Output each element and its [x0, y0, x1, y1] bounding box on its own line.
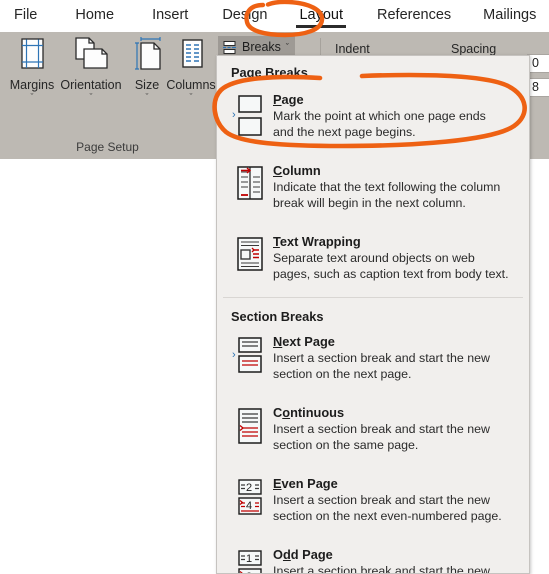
menu-item-text-wrapping-text: Text Wrapping Separate text around objec… [265, 234, 519, 285]
orientation-label: Orientation [60, 78, 122, 92]
size-icon [126, 35, 168, 77]
menu-section-header-page-breaks: Page Breaks [231, 65, 308, 80]
menu-item-even-page-desc-line2: section on the next even-numbered page. [273, 508, 502, 523]
menu-item-page-desc-line2: and the next page begins. [273, 124, 416, 139]
spacing-before-input[interactable]: 0 [527, 54, 549, 73]
menu-item-page-title: Page [273, 92, 304, 107]
tab-design[interactable]: Design [222, 7, 267, 26]
svg-text:2: 2 [246, 482, 252, 494]
menu-item-even-page-title: Even Page [273, 476, 338, 491]
menu-item-page-desc-line1: Mark the point at which one page ends [273, 109, 486, 123]
spacing-after-input[interactable]: 8 [527, 78, 549, 97]
menu-item-column-title: Column [273, 163, 321, 178]
orientation-icon [57, 35, 125, 77]
breaks-dropdown-menu: Page Breaks › Page Mark the point at whi… [216, 55, 530, 574]
orientation-chevron-down-icon[interactable]: ˇ [57, 92, 125, 103]
svg-text:4: 4 [246, 500, 252, 512]
menu-item-continuous-title: Continuous [273, 405, 345, 420]
menu-item-continuous-text: Continuous Insert a section break and st… [265, 405, 519, 456]
columns-label: Columns [166, 78, 216, 92]
page-setup-group-label: Page Setup [76, 140, 139, 154]
next-page-break-icon: › [231, 334, 265, 385]
ribbon-tab-strip: File Home Insert Design Layout Reference… [0, 0, 549, 32]
orientation-button[interactable]: Orientation ˇ [57, 35, 125, 103]
size-label: Size [134, 78, 160, 92]
tab-insert-label: Insert [152, 6, 189, 23]
tab-references-label: References [377, 6, 452, 23]
tab-mailings[interactable]: Mailings [483, 7, 536, 26]
odd-page-break-icon: 1 3 [231, 547, 265, 573]
text-wrapping-icon [231, 234, 265, 285]
menu-item-continuous[interactable]: Continuous Insert a section break and st… [217, 391, 529, 462]
word-window: File Home Insert Design Layout Reference… [0, 0, 549, 574]
menu-item-odd-page-text: Odd Page Insert a section break and star… [265, 547, 519, 574]
tab-layout-label: Layout [299, 6, 344, 23]
menu-item-text-wrapping-desc-line2: pages, such as caption text from body te… [273, 266, 509, 281]
menu-item-column-desc-line1: Indicate that the text following the col… [273, 180, 501, 194]
menu-item-column-desc-line2: break will begin in the next column. [273, 195, 466, 210]
menu-item-odd-page-title: Odd Page [273, 547, 333, 562]
tab-insert[interactable]: Insert [152, 7, 188, 26]
tab-references[interactable]: References [377, 7, 451, 26]
breaks-button-label: Breaks [242, 40, 281, 54]
svg-text:1: 1 [246, 553, 252, 565]
menu-item-page[interactable]: › Page Mark the point at which one page … [217, 84, 529, 149]
menu-item-text-wrapping[interactable]: Text Wrapping Separate text around objec… [217, 220, 529, 291]
column-break-icon [231, 163, 265, 214]
menu-item-next-page-text: Next Page Insert a section break and sta… [265, 334, 519, 385]
menu-item-text-wrapping-desc-line1: Separate text around objects on web [273, 251, 475, 265]
continuous-break-icon [231, 405, 265, 456]
menu-item-text-wrapping-title: Text Wrapping [273, 234, 361, 249]
menu-item-even-page-desc-line1: Insert a section break and start the new [273, 493, 490, 507]
menu-item-continuous-desc-line1: Insert a section break and start the new [273, 422, 490, 436]
margins-label: Margins [9, 78, 55, 92]
breaks-icon [222, 40, 237, 55]
margins-icon [4, 35, 60, 77]
tab-home[interactable]: Home [75, 7, 114, 26]
margins-button[interactable]: Margins ˇ [4, 35, 60, 103]
ribbon-group-page-setup: Margins ˇ Orientation ˇ Size ˇ Columns ˇ… [0, 32, 218, 159]
tab-design-label: Design [222, 6, 268, 23]
menu-item-next-page-title: Next Page [273, 334, 335, 349]
menu-item-odd-page-desc-line1: Insert a section break and start the new [273, 564, 490, 574]
margins-chevron-down-icon[interactable]: ˇ [4, 92, 60, 103]
menu-item-column[interactable]: Column Indicate that the text following … [217, 149, 529, 220]
svg-text:›: › [232, 349, 236, 361]
breaks-chevron-down-icon: ˇ [285, 42, 289, 52]
tab-home-label: Home [75, 6, 115, 23]
columns-chevron-down-icon[interactable]: ˇ [164, 92, 218, 103]
indent-label: Indent [335, 42, 370, 56]
menu-item-next-page-desc-line1: Insert a section break and start the new [273, 351, 490, 365]
page-break-icon: › [231, 92, 265, 143]
tab-layout-active-underline [296, 24, 347, 28]
spacing-label: Spacing [451, 42, 497, 56]
menu-item-odd-page[interactable]: 1 3 Odd Page Insert a section break and … [217, 533, 529, 574]
menu-item-next-page-desc-line2: section on the next page. [273, 366, 412, 381]
size-chevron-down-icon[interactable]: ˇ [126, 92, 168, 103]
menu-item-page-text: Page Mark the point at which one page en… [265, 92, 519, 143]
tab-file[interactable]: File [14, 7, 37, 26]
menu-section-divider [223, 297, 523, 298]
columns-icon [164, 35, 218, 77]
tab-layout[interactable]: Layout [296, 6, 347, 28]
menu-item-next-page[interactable]: › Next Page Insert a section break and s… [217, 328, 529, 391]
svg-text:›: › [232, 109, 236, 121]
even-page-break-icon: 2 4 [231, 476, 265, 527]
menu-item-continuous-desc-line2: section on the same page. [273, 437, 419, 452]
tab-mailings-label: Mailings [483, 6, 537, 23]
tab-file-label: File [14, 6, 38, 23]
menu-item-even-page[interactable]: 2 4 Even Page Insert a section break and… [217, 462, 529, 533]
menu-item-even-page-text: Even Page Insert a section break and sta… [265, 476, 519, 527]
size-button[interactable]: Size ˇ [126, 35, 168, 103]
menu-item-column-text: Column Indicate that the text following … [265, 163, 519, 214]
menu-section-header-section-breaks: Section Breaks [231, 309, 324, 324]
columns-button[interactable]: Columns ˇ [164, 35, 218, 103]
